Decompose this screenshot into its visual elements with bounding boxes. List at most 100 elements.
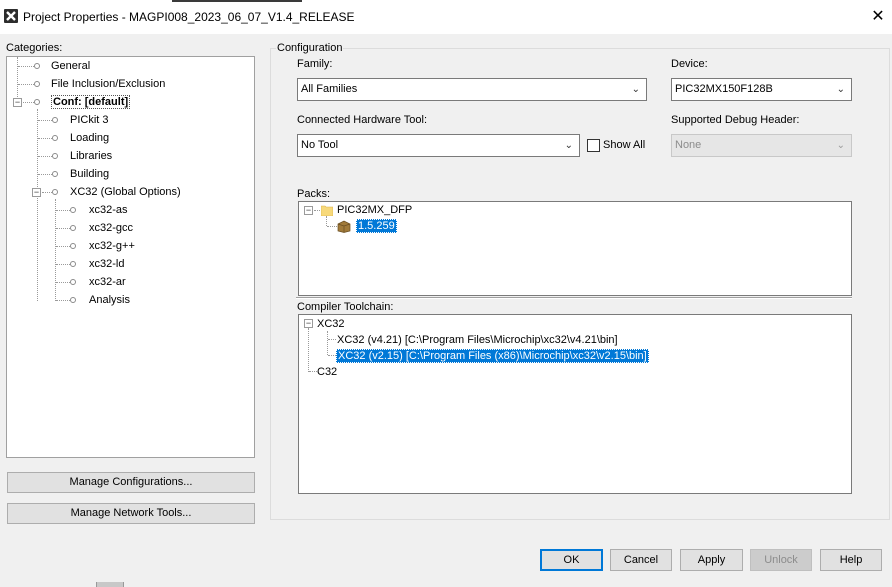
category-file-inclusion[interactable]: File Inclusion/Exclusion: [51, 76, 165, 92]
ok-button[interactable]: OK: [540, 549, 603, 571]
show-all-checkbox[interactable]: [587, 139, 600, 152]
category-libraries[interactable]: Libraries: [70, 148, 112, 164]
packs-label: Packs:: [297, 188, 331, 200]
category-building[interactable]: Building: [70, 166, 109, 182]
device-value: PIC32MX150F128B: [675, 83, 773, 95]
node-bullet-icon: [52, 117, 58, 123]
category-loading[interactable]: Loading: [70, 130, 109, 146]
tree-connector: [327, 226, 337, 227]
family-select[interactable]: All Families ⌄: [297, 78, 647, 101]
family-value: All Families: [301, 83, 358, 95]
category-xc32-ar[interactable]: xc32-ar: [89, 274, 126, 290]
debug-header-value: None: [675, 139, 702, 151]
category-xc32-gcc[interactable]: xc32-gcc: [89, 220, 133, 236]
tree-connector: [23, 102, 34, 103]
unlock-button[interactable]: Unlock: [750, 549, 812, 571]
tree-connector: [38, 138, 52, 139]
debug-header-select[interactable]: None ⌄: [671, 134, 852, 157]
tree-connector: [309, 371, 317, 372]
tree-connector: [56, 300, 70, 301]
background-window-strip: [172, 0, 302, 2]
chevron-down-icon: ⌄: [836, 140, 845, 151]
toolchain-label: Compiler Toolchain:: [297, 301, 394, 313]
tree-connector: [38, 120, 52, 121]
node-bullet-icon: [70, 297, 76, 303]
tree-connector: [18, 84, 34, 85]
tree-connector: [18, 66, 34, 67]
tree-connector: [56, 228, 70, 229]
node-bullet-icon: [70, 207, 76, 213]
tree-connector: [38, 156, 52, 157]
tree-guide-line: [326, 216, 327, 226]
splitter[interactable]: [296, 297, 852, 299]
toolchain-item-selected[interactable]: XC32 (v2.15) [C:\Program Files (x86)\Mic…: [336, 349, 649, 363]
chevron-down-icon: ⌄: [836, 84, 845, 95]
collapse-icon[interactable]: −: [304, 206, 313, 215]
node-bullet-icon: [52, 171, 58, 177]
hardware-tool-label: Connected Hardware Tool:: [297, 114, 428, 126]
node-bullet-icon: [52, 135, 58, 141]
collapse-icon[interactable]: −: [304, 319, 313, 328]
tree-connector: [56, 210, 70, 211]
node-bullet-icon: [52, 189, 58, 195]
show-all-label: Show All: [603, 139, 646, 151]
category-xc32-as[interactable]: xc32-as: [89, 202, 128, 218]
tree-guide-line: [327, 331, 328, 355]
package-icon: [337, 220, 351, 233]
pack-version[interactable]: 1.5.259: [356, 219, 397, 233]
tree-connector: [328, 355, 336, 356]
close-icon[interactable]: ✕: [866, 4, 890, 30]
tree-connector: [38, 174, 52, 175]
hardware-tool-value: No Tool: [301, 139, 339, 151]
pack-root[interactable]: PIC32MX_DFP: [337, 202, 412, 218]
tree-connector: [42, 192, 52, 193]
tree-connector: [56, 264, 70, 265]
tree-connector: [328, 339, 336, 340]
node-bullet-icon: [70, 279, 76, 285]
tree-guide-line: [55, 199, 56, 301]
device-select[interactable]: PIC32MX150F128B ⌄: [671, 78, 852, 101]
app-icon: [4, 9, 18, 23]
toolchain-root[interactable]: XC32: [317, 316, 345, 332]
background-window-fragment: [96, 582, 124, 587]
node-bullet-icon: [70, 261, 76, 267]
chevron-down-icon: ⌄: [564, 140, 573, 151]
tree-connector: [314, 210, 320, 211]
tree-guide-line: [308, 328, 309, 372]
configuration-legend: Configuration: [276, 42, 344, 54]
device-label: Device:: [671, 58, 708, 70]
category-general[interactable]: General: [51, 58, 90, 74]
packs-tree[interactable]: − PIC32MX_DFP 1.5.259: [298, 201, 852, 296]
categories-label: Categories:: [6, 42, 63, 54]
manage-configurations-button[interactable]: Manage Configurations...: [7, 472, 255, 493]
category-xc32-gpp[interactable]: xc32-g++: [89, 238, 135, 254]
toolchain-item[interactable]: XC32 (v4.21) [C:\Program Files\Microchip…: [337, 332, 618, 348]
cancel-button[interactable]: Cancel: [610, 549, 672, 571]
category-xc32-global[interactable]: XC32 (Global Options): [70, 184, 181, 200]
node-bullet-icon: [34, 63, 40, 69]
category-conf-default[interactable]: Conf: [default]: [51, 95, 131, 109]
collapse-icon[interactable]: −: [32, 188, 41, 197]
family-label: Family:: [297, 58, 333, 70]
collapse-icon[interactable]: −: [13, 98, 22, 107]
tree-connector: [56, 246, 70, 247]
category-analysis[interactable]: Analysis: [89, 292, 130, 308]
node-bullet-icon: [34, 81, 40, 87]
node-bullet-icon: [34, 99, 40, 105]
chevron-down-icon: ⌄: [631, 84, 640, 95]
node-bullet-icon: [70, 243, 76, 249]
window-title: Project Properties - MAGPI008_2023_06_07…: [23, 10, 355, 24]
apply-button[interactable]: Apply: [680, 549, 743, 571]
help-button[interactable]: Help: [820, 549, 882, 571]
toolchain-other[interactable]: C32: [317, 364, 337, 380]
tree-connector: [56, 282, 70, 283]
categories-tree[interactable]: General File Inclusion/Exclusion − Conf:…: [6, 56, 255, 458]
hardware-tool-select[interactable]: No Tool ⌄: [297, 134, 580, 157]
manage-network-tools-button[interactable]: Manage Network Tools...: [7, 503, 255, 524]
node-bullet-icon: [52, 153, 58, 159]
category-xc32-ld[interactable]: xc32-ld: [89, 256, 124, 272]
toolchain-tree[interactable]: − XC32 XC32 (v4.21) [C:\Program Files\Mi…: [298, 314, 852, 494]
category-pickit3[interactable]: PICkit 3: [70, 112, 109, 128]
debug-header-label: Supported Debug Header:: [671, 114, 800, 126]
folder-icon: [320, 204, 334, 217]
